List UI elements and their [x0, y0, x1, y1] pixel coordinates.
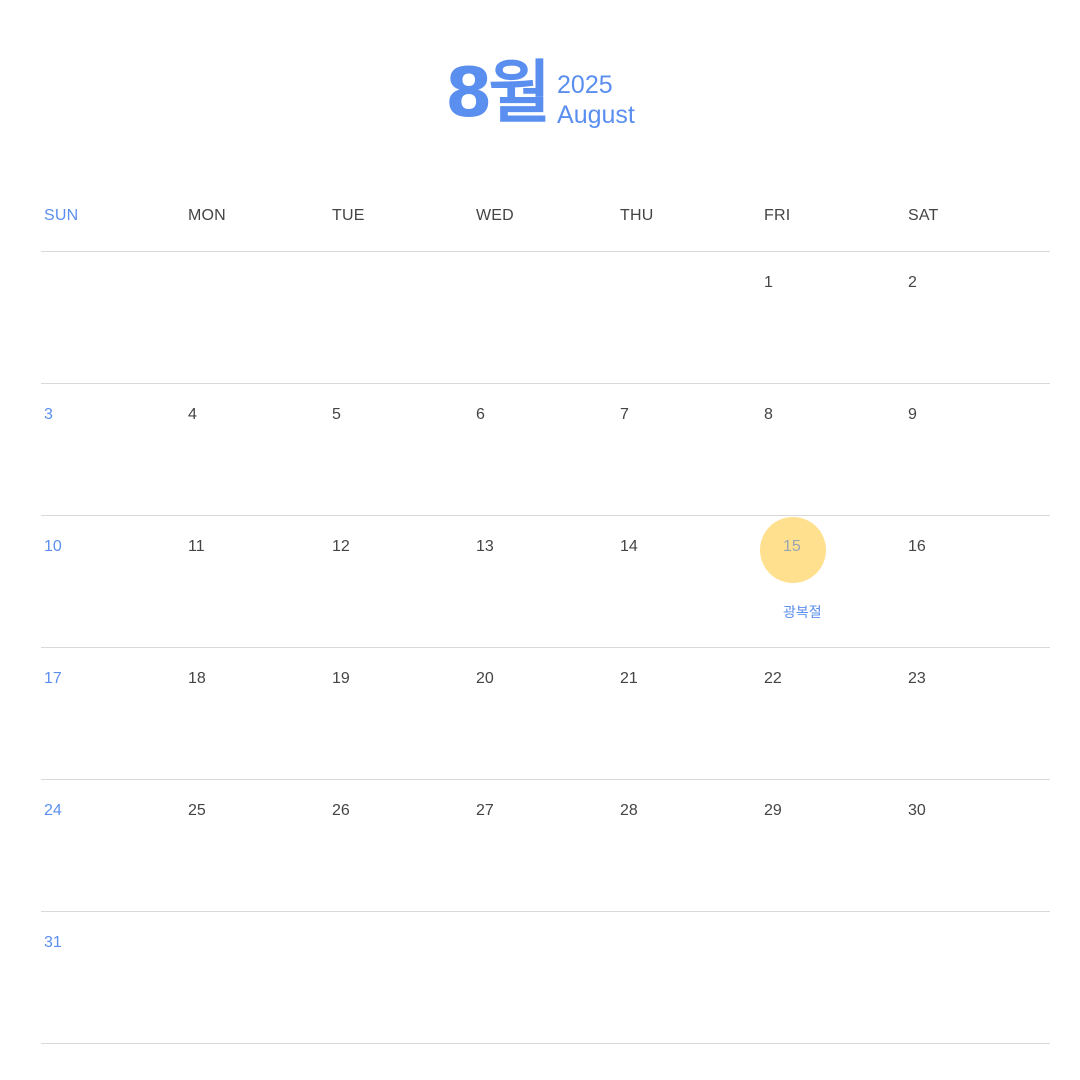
day-cell[interactable]: 18: [185, 648, 329, 779]
day-cell[interactable]: 24: [41, 780, 185, 911]
day-number: 26: [332, 802, 350, 819]
empty-day-cell: [185, 252, 329, 383]
day-cell[interactable]: 6: [473, 384, 617, 515]
day-cell[interactable]: 15 광복절: [760, 516, 905, 647]
weekday-header-row: SUN MON TUE WED THU FRI SAT: [41, 196, 1050, 252]
weekday-wed: WED: [476, 207, 514, 224]
weekday-fri: FRI: [764, 207, 791, 224]
day-number: 23: [908, 670, 926, 687]
day-number: 14: [620, 538, 638, 555]
day-cell[interactable]: 2: [905, 252, 1049, 383]
day-number: 30: [908, 802, 926, 819]
day-cell[interactable]: 16: [905, 516, 1049, 647]
week-row: 12: [41, 252, 1050, 384]
week-row: 24 25 26 27 28 29 30: [41, 780, 1050, 912]
empty-day-cell: [41, 252, 185, 383]
empty-day-cell: [473, 252, 617, 383]
week-row: 3 4 5 6 7 8 9: [41, 384, 1050, 516]
empty-day-cell: [473, 912, 617, 1043]
empty-day-cell: [185, 912, 329, 1043]
day-cell[interactable]: 8: [761, 384, 905, 515]
day-number: 7: [620, 406, 629, 423]
day-cell[interactable]: 9: [905, 384, 1049, 515]
day-number: 25: [188, 802, 206, 819]
day-number: 8: [764, 406, 773, 423]
day-cell[interactable]: 26: [329, 780, 473, 911]
day-cell[interactable]: 17: [41, 648, 185, 779]
calendar-page: 8월 2025 August SUN MON TUE WED THU FRI S…: [0, 0, 1080, 1080]
day-number: 15: [783, 538, 801, 555]
day-cell[interactable]: 5: [329, 384, 473, 515]
weekday-sat: SAT: [908, 207, 939, 224]
day-cell[interactable]: 3: [41, 384, 185, 515]
month-english-label: August: [557, 101, 635, 129]
holiday-event-label[interactable]: 광복절: [783, 602, 822, 622]
header-side: 2025 August: [557, 70, 635, 130]
day-number: 1: [764, 274, 773, 291]
day-cell[interactable]: 29: [761, 780, 905, 911]
day-cell[interactable]: 30: [905, 780, 1049, 911]
day-number: 31: [44, 934, 62, 951]
empty-day-cell: [617, 252, 761, 383]
day-number: 18: [188, 670, 206, 687]
day-cell[interactable]: 12: [329, 516, 473, 647]
day-cell[interactable]: 20: [473, 648, 617, 779]
day-cell[interactable]: 21: [617, 648, 761, 779]
day-cell[interactable]: 25: [185, 780, 329, 911]
day-cell[interactable]: 22: [761, 648, 905, 779]
calendar-header: 8월 2025 August: [0, 58, 1080, 130]
day-cell[interactable]: 27: [473, 780, 617, 911]
day-number: 9: [908, 406, 917, 423]
day-cell[interactable]: 4: [185, 384, 329, 515]
calendar-grid: 1 2 3 4 5 6 7 8 9 10 11 12 13 14 15 광복절 16 17 18 19 20 21 22 23…: [41, 252, 1050, 1044]
day-cell[interactable]: 23: [905, 648, 1049, 779]
day-number: 11: [188, 538, 205, 555]
day-number: 5: [332, 406, 341, 423]
day-cell[interactable]: 13: [473, 516, 617, 647]
day-number: 28: [620, 802, 638, 819]
day-cell[interactable]: 7: [617, 384, 761, 515]
day-number: 6: [476, 406, 485, 423]
day-number: 2: [908, 274, 917, 291]
month-title: 8월: [445, 54, 551, 133]
day-cell[interactable]: 1: [761, 252, 905, 383]
day-number: 13: [476, 538, 494, 555]
day-cell[interactable]: 10: [41, 516, 185, 647]
day-number: 4: [188, 406, 197, 423]
day-number: 3: [44, 406, 53, 423]
day-number: 12: [332, 538, 350, 555]
day-number: 22: [764, 670, 782, 687]
day-number: 17: [44, 670, 62, 687]
weekday-thu: THU: [620, 207, 654, 224]
year-label: 2025: [557, 71, 613, 99]
day-cell[interactable]: 14: [617, 516, 761, 647]
day-number: 19: [332, 670, 350, 687]
week-row: 10 11 12 13 14 15 광복절 16: [41, 516, 1050, 648]
day-cell[interactable]: 28: [617, 780, 761, 911]
day-number: 27: [476, 802, 494, 819]
empty-day-cell: [617, 912, 761, 1043]
day-number: 10: [44, 538, 62, 555]
empty-day-cell: [761, 912, 905, 1043]
empty-day-cell: [905, 912, 1049, 1043]
day-cell[interactable]: 11: [185, 516, 329, 647]
empty-day-cell: [329, 912, 473, 1043]
day-number: 21: [620, 670, 638, 687]
empty-day-cell: [329, 252, 473, 383]
week-row: 31: [41, 912, 1050, 1044]
day-cell[interactable]: 19: [329, 648, 473, 779]
day-number: 29: [764, 802, 782, 819]
day-cell[interactable]: 31: [41, 912, 185, 1043]
day-number: 16: [908, 538, 926, 555]
week-row: 17 18 19 20 21 22 23: [41, 648, 1050, 780]
weekday-mon: MON: [188, 207, 226, 224]
day-number: 20: [476, 670, 494, 687]
weekday-tue: TUE: [332, 207, 365, 224]
weekday-sun: SUN: [44, 207, 79, 224]
day-number: 24: [44, 802, 62, 819]
